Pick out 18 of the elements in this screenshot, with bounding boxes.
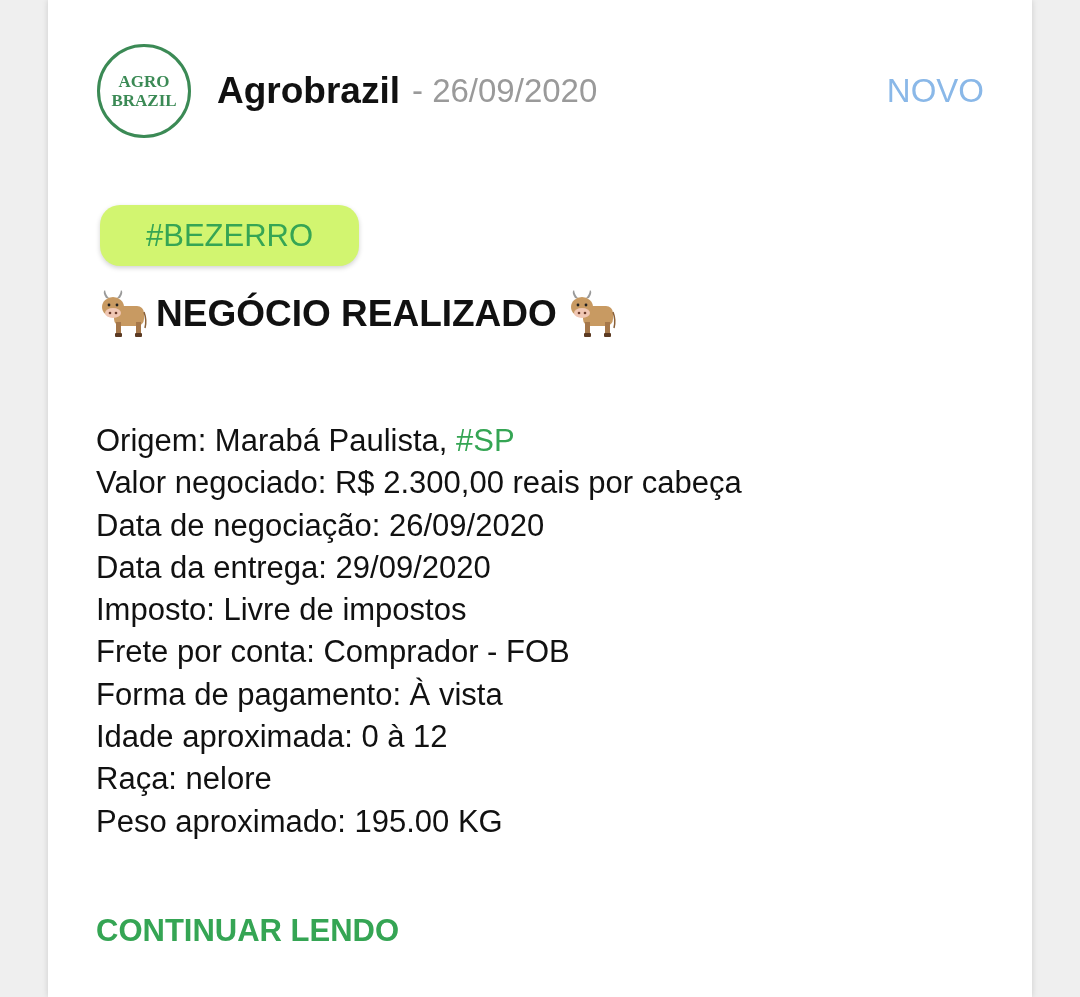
detail-line: Frete por conta: Comprador - FOB [96, 633, 571, 672]
detail-line: Raça: nelore [96, 760, 273, 799]
read-more-link[interactable]: CONTINUAR LENDO [96, 912, 400, 949]
detail-line: Peso aproximado: 195.00 KG [96, 802, 504, 841]
detail-line: Imposto: Livre de impostos [96, 591, 468, 630]
hashtag-chip[interactable]: #BEZERRO [100, 205, 360, 266]
author-name: Agrobrazil [217, 70, 400, 112]
new-label: NOVO [886, 72, 984, 110]
detail-line: Idade aproximada: 0 à 12 [96, 718, 449, 757]
detail-line: Data de negociação: 26/09/2020 [96, 506, 546, 545]
hashtag-link[interactable]: #SP [456, 423, 515, 458]
detail-line: Data da entrega: 29/09/2020 [96, 548, 492, 587]
headline: NEGÓCIO REALIZADO [156, 293, 557, 335]
detail-line: Origem: Marabá Paulista, #SP [96, 422, 516, 460]
detail-line: Valor negociado: R$ 2.300,00 reais por cabeça [96, 464, 743, 503]
detail-line: Forma de pagamento: À vista [96, 675, 504, 714]
logo: AGRO BRAZIL [97, 44, 191, 138]
post-date: - 26/09/2020 [411, 72, 598, 110]
